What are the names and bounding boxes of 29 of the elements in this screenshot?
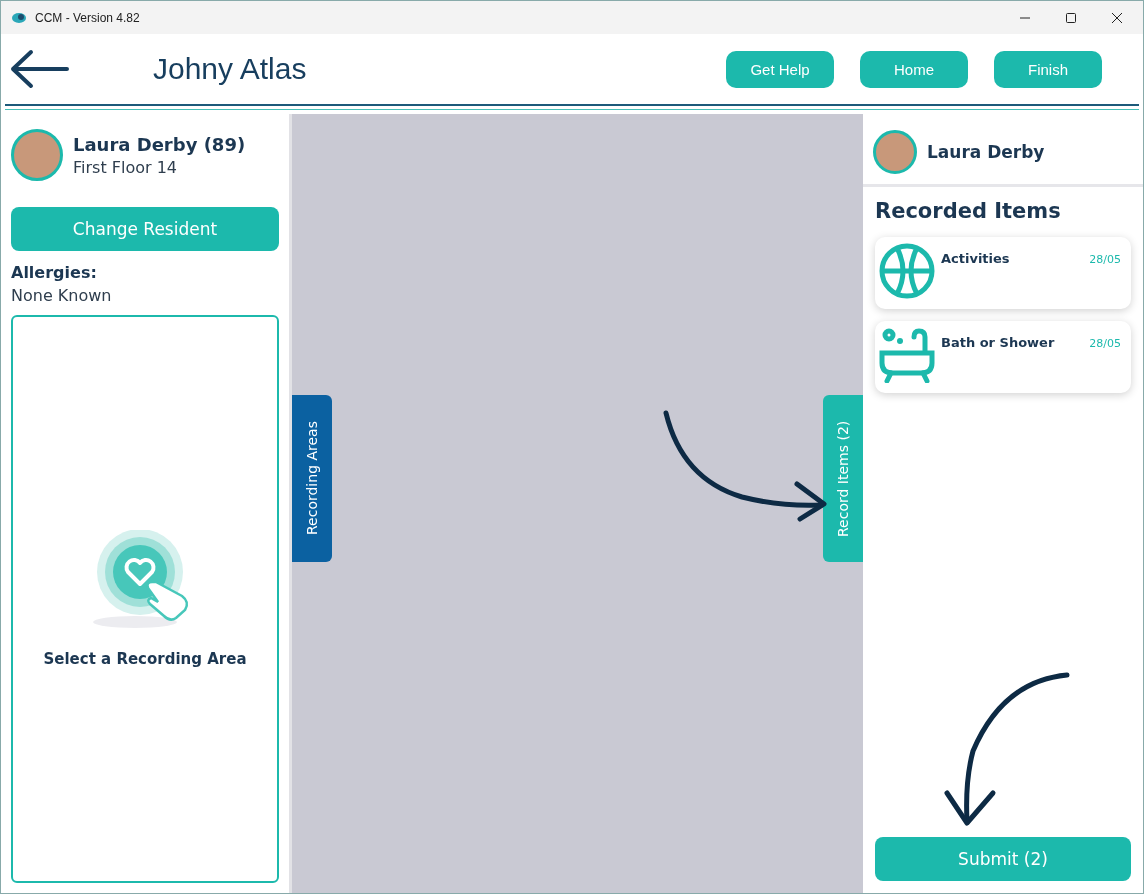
item-date: 28/05 <box>1089 253 1121 266</box>
allergies-label: Allergies: <box>11 263 98 282</box>
close-icon[interactable] <box>1111 11 1123 24</box>
header-button[interactable]: Get Help <box>726 50 834 88</box>
header-title: Johny Atlas <box>153 52 307 86</box>
ball-icon <box>879 243 935 299</box>
bathtub-icon <box>879 327 935 383</box>
window-title: CCM - Version 4.82 <box>35 10 140 25</box>
empty-state-text: Select a Recording Area <box>43 650 247 668</box>
recorded-item-card[interactable]: Bath or Shower 28/05 <box>875 321 1131 393</box>
item-date: 28/05 <box>1089 337 1121 350</box>
allergies-value: None Known <box>11 286 113 305</box>
recorded-items-heading: Recorded Items <box>874 198 1062 225</box>
resident-name: Laura Derby (89) <box>73 133 246 155</box>
change-resident-button[interactable]: Change Resident <box>11 207 279 251</box>
item-label: Bath or Shower <box>941 335 1056 350</box>
avatar-placeholder <box>873 130 917 174</box>
side-tab[interactable]: Recording Areas <box>292 394 332 562</box>
avatar-placeholder <box>11 129 63 181</box>
recorded-item-card[interactable]: Activities 28/05 <box>875 237 1131 309</box>
header-button[interactable]: Home <box>860 50 968 88</box>
item-label: Activities <box>941 251 1011 266</box>
resident-location: First Floor 14 <box>73 157 178 177</box>
submit-button[interactable]: Submit (2) <box>875 837 1131 881</box>
header-button[interactable]: Finish <box>994 50 1102 88</box>
side-tab[interactable]: Record Items (2) <box>823 394 863 562</box>
back-arrow-icon[interactable] <box>9 49 69 89</box>
maximize-icon[interactable] <box>1065 11 1077 24</box>
resident-name: Laura Derby <box>927 142 1045 162</box>
